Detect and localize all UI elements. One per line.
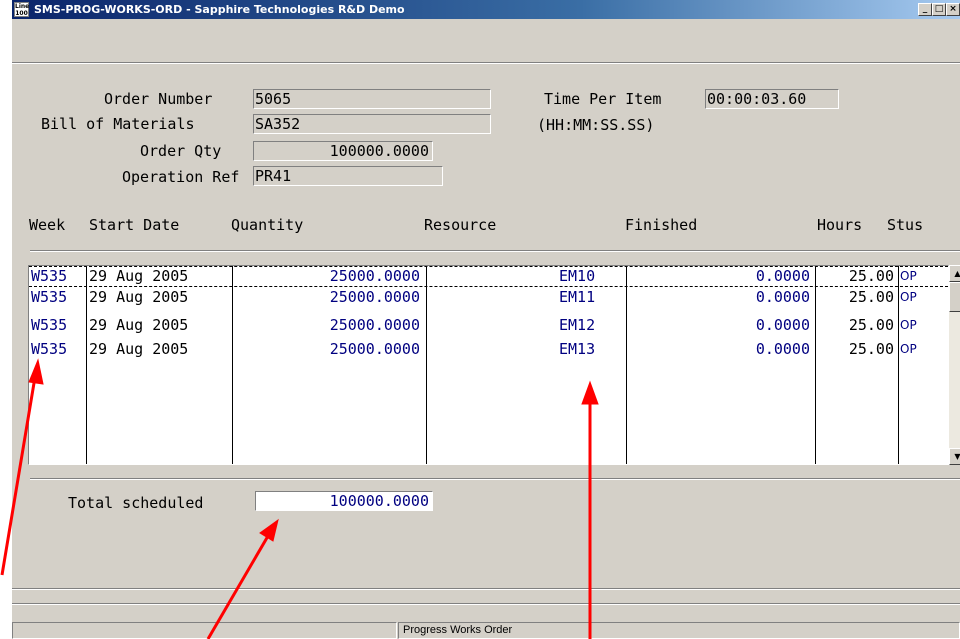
arrow-head-icon — [259, 518, 279, 542]
arrow-head-icon — [28, 358, 44, 385]
arrow-head-icon — [581, 380, 599, 405]
annotation-arrow-week — [0, 376, 37, 576]
annotation-arrows — [0, 358, 599, 639]
annotation-arrow-total — [206, 535, 270, 639]
